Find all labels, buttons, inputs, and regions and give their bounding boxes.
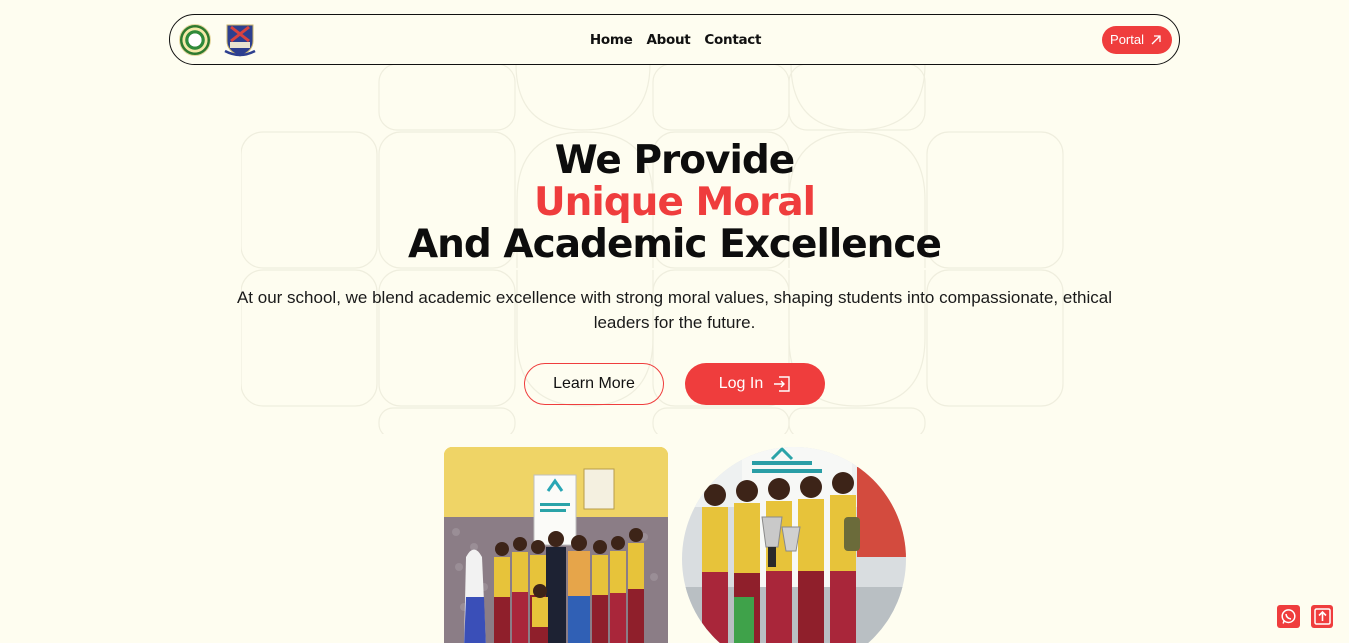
nav-link-contact[interactable]: Contact — [704, 32, 761, 48]
hero-heading-line2: Unique Moral — [533, 180, 816, 225]
state-seal-logo[interactable] — [179, 23, 211, 56]
arrow-up-right-icon — [1151, 34, 1161, 44]
nav-link-about[interactable]: About — [646, 32, 690, 48]
school-crest-logo[interactable] — [221, 21, 259, 59]
scroll-to-top-button[interactable] — [1311, 605, 1333, 628]
login-arrow-icon — [774, 376, 790, 392]
hero-section: We Provide Unique Moral And Academic Exc… — [0, 140, 1349, 405]
arrow-up-icon — [1313, 608, 1331, 625]
nav-links: Home About Contact — [590, 32, 762, 48]
students-group-photo — [444, 447, 668, 643]
portal-wrap: Portal — [952, 25, 1172, 54]
portal-button[interactable]: Portal — [1102, 25, 1172, 54]
whatsapp-icon — [1281, 609, 1296, 624]
login-button-label: Log In — [718, 375, 764, 392]
learn-more-button[interactable]: Learn More — [524, 363, 664, 405]
login-button[interactable]: Log In — [685, 363, 825, 405]
hero-heading-line3: And Academic Excellence — [407, 222, 942, 267]
nav-link-home[interactable]: Home — [590, 32, 633, 48]
top-navbar: Home About Contact Portal — [169, 14, 1180, 65]
students-trophy-photo — [682, 447, 906, 643]
whatsapp-button[interactable] — [1277, 605, 1300, 628]
hero-heading: We Provide Unique Moral And Academic Exc… — [0, 140, 1349, 266]
hero-subtext: At our school, we blend academic excelle… — [236, 288, 1113, 332]
hero-heading-line1: We Provide — [554, 138, 795, 183]
logo-group — [179, 21, 399, 59]
portal-button-label: Portal — [1110, 32, 1144, 47]
cta-row: Learn More Log In — [0, 363, 1349, 405]
